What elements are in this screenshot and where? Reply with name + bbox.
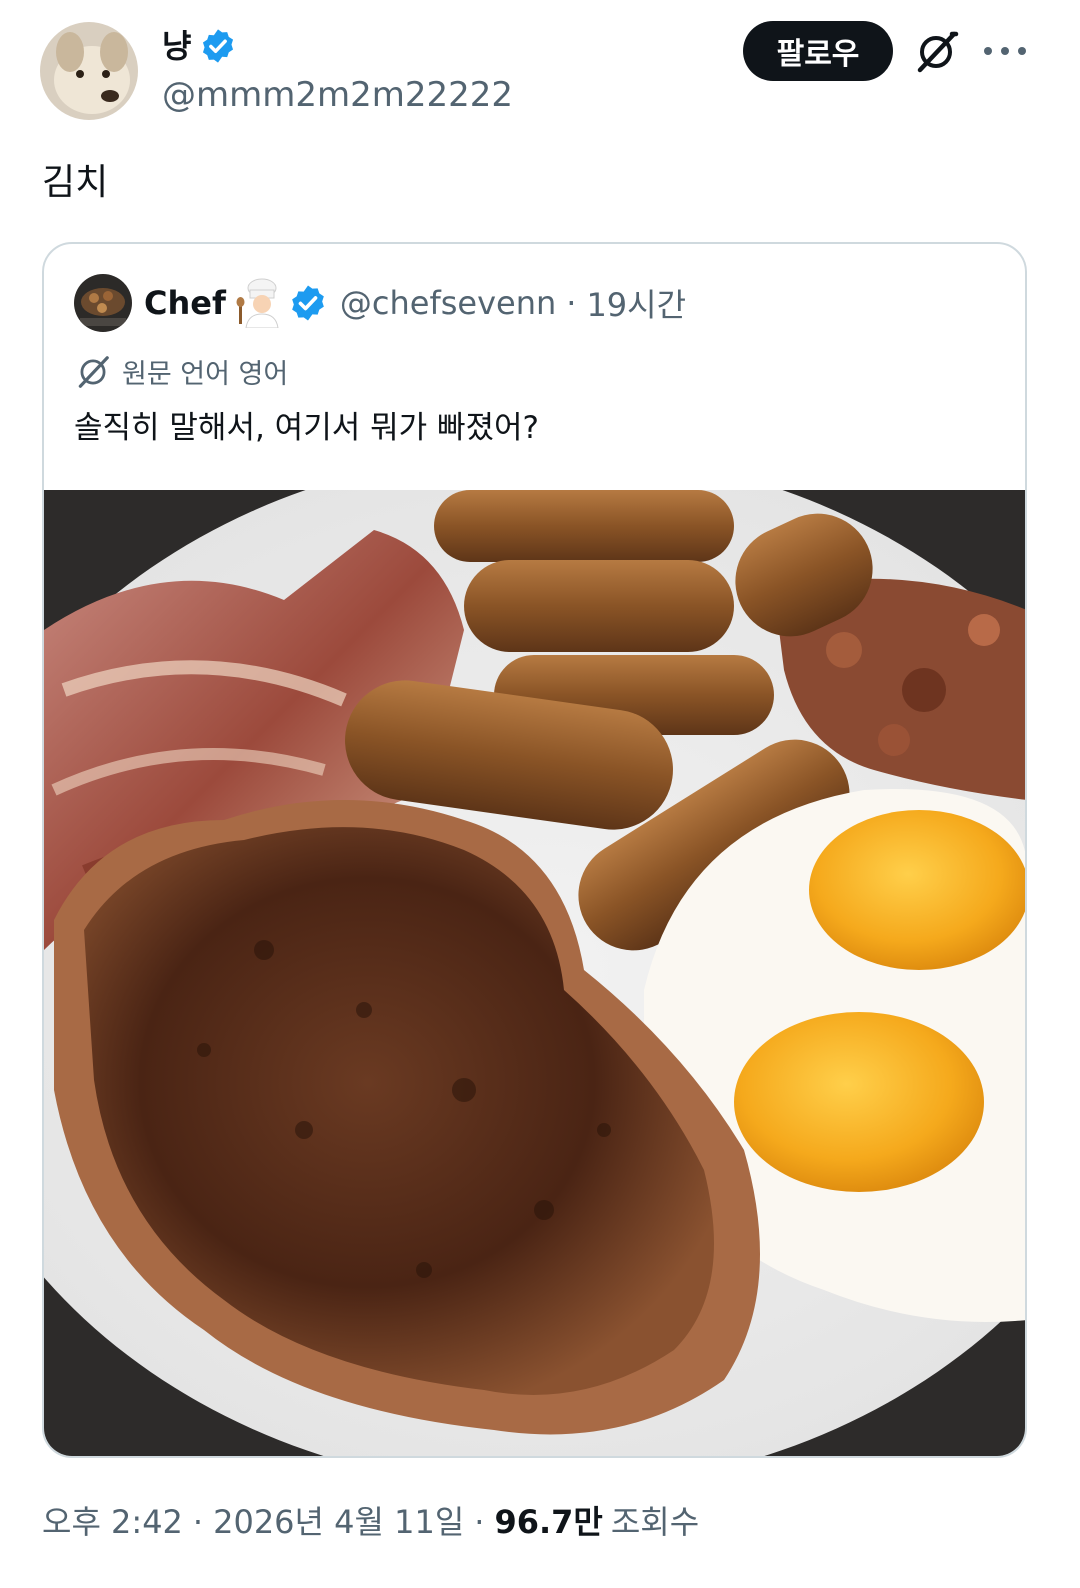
views-count: 96.7만 [494,1503,603,1541]
breakfast-plate-photo[interactable] [44,490,1027,1458]
quote-separator: · [566,284,577,322]
quoted-tweet[interactable]: Chef @chefsevenn · 19시간 원문 언어 영어 솔직히 말해서… [42,242,1027,1458]
verified-badge-icon [203,29,234,63]
quote-handle[interactable]: @chefsevenn [340,284,556,322]
grok-icon [78,355,109,388]
author-name-row[interactable]: 냥 [162,26,237,66]
quote-header: Chef @chefsevenn · 19시간 [74,274,686,332]
verified-badge-icon [292,285,324,321]
quote-timestamp[interactable]: 19시간 [586,280,686,326]
views-label: 조회수 [610,1503,700,1541]
more-dot [984,47,992,55]
follow-button[interactable]: 팔로우 [743,21,893,81]
chef-emoji-icon [236,278,279,328]
grok-icon[interactable] [912,28,960,76]
more-icon[interactable] [984,36,1026,66]
tweet-meta: 오후 2:42 · 2026년 4월 11일 · 96.7만 조회수 [42,1500,699,1544]
tweet-text: 김치 [42,162,109,203]
more-dot [1001,47,1009,55]
quote-text: 솔직히 말해서, 여기서 뭐가 빠졌어? [74,410,540,446]
author-avatar[interactable] [40,22,138,120]
more-dot [1018,47,1026,55]
quote-avatar[interactable] [74,274,132,332]
quote-display-name[interactable]: Chef [144,284,226,322]
tweet-date[interactable]: 2026년 4월 11일 [213,1500,464,1544]
meta-separator: · [474,1503,485,1541]
translation-notice[interactable]: 원문 언어 영어 [74,352,288,391]
meta-separator: · [192,1503,204,1541]
author-display-name[interactable]: 냥 [162,26,191,66]
translation-label: 원문 언어 영어 [122,359,289,390]
author-handle[interactable]: @mmm2m2m22222 [162,74,513,116]
tweet-time[interactable]: 오후 2:42 [42,1500,183,1544]
